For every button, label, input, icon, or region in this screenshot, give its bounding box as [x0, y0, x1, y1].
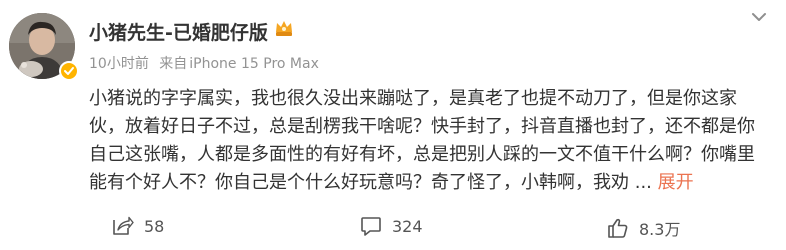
author-name[interactable]: 小猪先生-已婚肥仔版 — [89, 18, 268, 45]
more-options-button[interactable] — [748, 8, 770, 26]
thumbs-up-icon — [608, 218, 628, 238]
share-button[interactable]: 58 — [112, 216, 164, 236]
text-ellipsis: ... — [634, 172, 652, 193]
like-button[interactable]: 8.3万 — [607, 216, 680, 240]
comment-count: 324 — [392, 216, 423, 236]
weibo-post-card: 小猪先生-已婚肥仔版 10小时前 来自 iPhone 15 Pro Max 小猪说… — [0, 0, 786, 250]
share-icon — [113, 216, 134, 235]
post-source-label: 来自 — [159, 56, 188, 72]
expand-link[interactable]: 展开 — [658, 172, 694, 193]
author-avatar[interactable] — [9, 13, 79, 83]
share-count: 58 — [144, 216, 165, 236]
like-count: 8.3万 — [639, 220, 681, 239]
chevron-down-icon — [752, 13, 766, 21]
post-meta: 10小时前 来自 iPhone 15 Pro Max — [89, 53, 325, 73]
action-bar: 58 324 8.3万 — [0, 210, 786, 246]
vip-badge-icon[interactable] — [273, 17, 295, 39]
post-device: iPhone 15 Pro Max — [189, 56, 319, 72]
post-text: 小猪说的字字属实，我也很久没出来蹦哒了，是真老了也提不动刀了，但是你这家伙，放着… — [89, 88, 755, 193]
comment-button[interactable]: 324 — [360, 216, 423, 236]
post-body: 小猪说的字字属实，我也很久没出来蹦哒了，是真老了也提不动刀了，但是你这家伙，放着… — [89, 85, 769, 197]
comment-icon — [361, 217, 381, 236]
verified-badge-icon — [59, 61, 79, 81]
post-time[interactable]: 10小时前 — [89, 56, 149, 72]
